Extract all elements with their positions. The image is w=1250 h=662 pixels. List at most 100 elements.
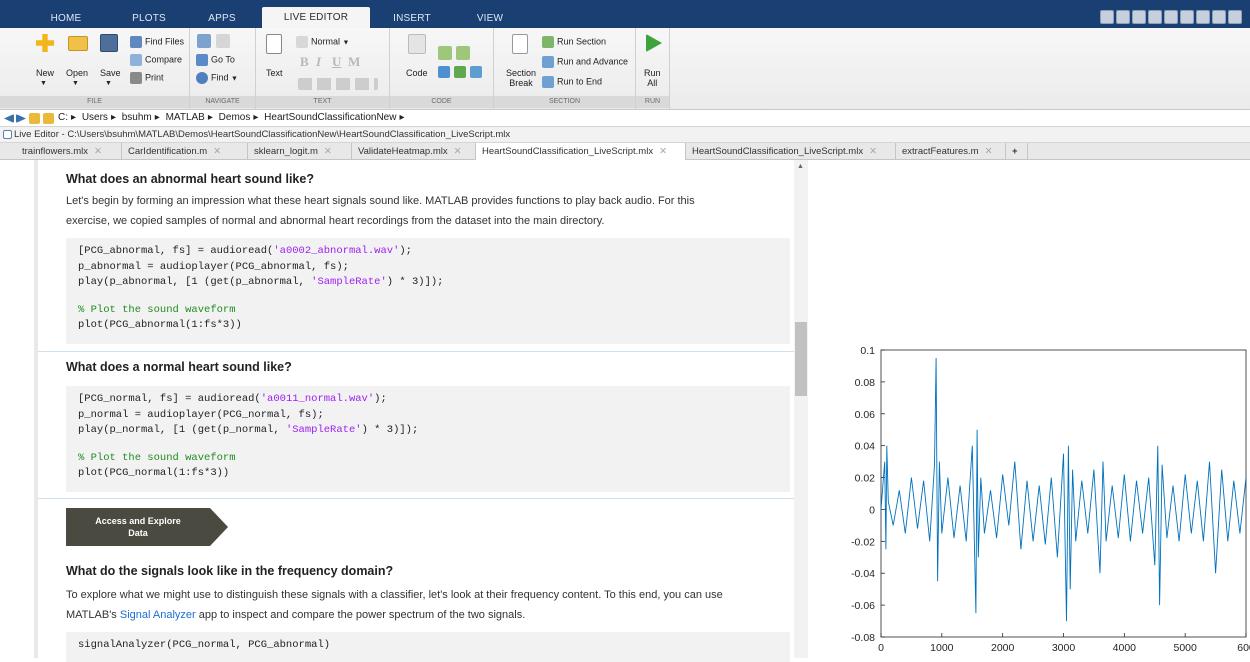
tab-plots[interactable]: PLOTS — [120, 9, 178, 28]
close-icon[interactable]: ✕ — [94, 146, 102, 157]
breadcrumb-bsuhm[interactable]: bsuhm — [122, 112, 152, 123]
layout-icon[interactable] — [1100, 10, 1114, 24]
paragraph-style-icon — [296, 36, 308, 48]
live-editor-pane[interactable]: What does an abnormal heart sound like? … — [0, 160, 808, 662]
wrap-comment-icon[interactable] — [438, 66, 450, 78]
close-icon[interactable]: ✕ — [213, 146, 221, 157]
scrollbar-thumb[interactable] — [795, 322, 807, 396]
paragraph: Let's begin by forming an impression wha… — [66, 195, 695, 227]
y-tick-label: -0.04 — [851, 568, 875, 580]
file-tab[interactable]: ValidateHeatmap.mlx ✕ — [352, 143, 476, 160]
new-dropdown-icon[interactable]: ▼ — [40, 80, 47, 87]
tab-view[interactable]: VIEW — [452, 9, 528, 28]
section-heading: What do the signals look like in the fre… — [66, 564, 394, 578]
section-tag-line-2: Data — [128, 528, 149, 538]
new-button[interactable]: New — [36, 68, 54, 78]
file-tab[interactable]: extractFeatures.m ✕ — [896, 143, 1006, 160]
code-icon — [408, 34, 426, 54]
file-tab[interactable]: HeartSoundClassification_LiveScript.mlx ✕ — [686, 143, 896, 160]
uncomment-icon[interactable] — [456, 46, 470, 60]
breadcrumb-users[interactable]: Users — [82, 112, 108, 123]
tab-apps[interactable]: APPS — [196, 9, 248, 28]
code-block[interactable]: [PCG_abnormal, fs] = audioread('a0002_ab… — [66, 238, 790, 344]
forward-icon[interactable] — [16, 114, 26, 123]
run-to-end-button[interactable]: Run to End — [542, 76, 602, 88]
run-and-advance-button[interactable]: Run and Advance — [542, 56, 628, 68]
find-icon — [196, 72, 208, 84]
italic-button[interactable]: I — [316, 54, 321, 70]
switch-windows-icon[interactable] — [1212, 10, 1226, 24]
x-tick-label: 3000 — [1052, 642, 1076, 654]
open-button[interactable]: Open — [66, 68, 88, 78]
add-tab-button[interactable]: + — [1006, 143, 1028, 160]
save-dropdown-icon[interactable]: ▼ — [105, 80, 112, 87]
find-files-button[interactable]: Find Files — [130, 36, 184, 48]
file-tab-active[interactable]: HeartSoundClassification_LiveScript.mlx ✕ — [476, 143, 686, 160]
bold-button[interactable]: B — [300, 54, 309, 70]
underline-button[interactable]: U — [332, 54, 341, 70]
go-to-button[interactable]: Go To — [196, 54, 235, 66]
scroll-up-icon[interactable]: ▲ — [797, 163, 804, 170]
editor-scrollbar[interactable]: ▲ — [794, 160, 808, 658]
tab-home[interactable]: HOME — [34, 9, 98, 28]
file-group-label: FILE — [0, 96, 189, 108]
tab-live-editor[interactable]: LIVE EDITOR — [262, 7, 370, 28]
close-icon[interactable]: ✕ — [454, 146, 462, 157]
text-button[interactable]: Text — [266, 68, 283, 78]
editor-file-path: Live Editor - C:\Users\bsuhm\MATLAB\Demo… — [14, 129, 511, 140]
open-folder-icon — [68, 36, 88, 51]
y-tick-label: -0.02 — [851, 536, 875, 548]
help-icon[interactable] — [1228, 10, 1242, 24]
breadcrumb-matlab[interactable]: MATLAB — [166, 112, 205, 123]
breadcrumb-project[interactable]: HeartSoundClassificationNew — [264, 112, 396, 123]
style-dropdown[interactable]: Normal ▼ — [296, 36, 349, 48]
copy-icon[interactable] — [1148, 10, 1162, 24]
close-icon[interactable]: ✕ — [869, 146, 877, 157]
open-dropdown-icon[interactable]: ▼ — [72, 80, 79, 87]
run-all-button[interactable]: Run All — [644, 68, 661, 88]
y-tick-label: -0.06 — [851, 600, 875, 612]
file-tab[interactable]: sklearn_logit.m ✕ — [248, 143, 352, 160]
find-button[interactable]: Find ▼ — [196, 72, 238, 84]
comment-icon[interactable] — [438, 46, 452, 60]
find-dropdown-icon[interactable]: ▼ — [231, 75, 238, 82]
text-group-label: TEXT — [256, 96, 389, 108]
code-button[interactable]: Code — [406, 68, 428, 78]
section-heading: What does a normal heart sound like? — [66, 360, 292, 374]
list-align-icons[interactable] — [298, 78, 378, 90]
go-up-icon[interactable] — [197, 34, 211, 48]
file-group: New ▼ Open ▼ Save ▼ Find Files Compare P… — [0, 28, 190, 110]
y-tick-label: -0.08 — [851, 632, 875, 644]
monospace-button[interactable]: M — [348, 54, 360, 70]
browse-folder-icon[interactable] — [43, 113, 54, 124]
y-tick-label: 0 — [869, 504, 875, 516]
up-folder-icon[interactable] — [29, 113, 40, 124]
undo-icon[interactable] — [1180, 10, 1194, 24]
compare-button[interactable]: Compare — [130, 54, 182, 66]
close-icon[interactable]: ✕ — [659, 146, 667, 157]
save-icon[interactable] — [1116, 10, 1130, 24]
bookmark-icon[interactable] — [216, 34, 230, 48]
save-button[interactable]: Save — [100, 68, 121, 78]
ribbon: New ▼ Open ▼ Save ▼ Find Files Compare P… — [0, 28, 1250, 110]
redo-icon[interactable] — [1196, 10, 1210, 24]
back-icon[interactable] — [4, 114, 14, 123]
file-tab[interactable]: trainflowers.mlx ✕ — [16, 143, 122, 160]
close-icon[interactable]: ✕ — [324, 146, 332, 157]
smart-indent-icon[interactable] — [470, 66, 482, 78]
print-button[interactable]: Print — [130, 72, 164, 84]
cut-icon[interactable] — [1132, 10, 1146, 24]
section-break-button[interactable]: Section Break — [506, 68, 536, 88]
close-icon[interactable]: ✕ — [985, 146, 993, 157]
breadcrumb-drive[interactable]: C: — [58, 112, 68, 123]
signal-analyzer-link[interactable]: Signal Analyzer — [120, 609, 196, 621]
waveform-figure[interactable]: 0.1 0.08 0.06 0.04 0.02 0 -0.02 -0.04 -0.06 -0.08… — [808, 160, 1250, 658]
breadcrumb: C: ▸ Users ▸ bsuhm ▸ MATLAB ▸ Demos ▸ HeartSo… — [58, 112, 405, 123]
file-tab[interactable]: CarIdentification.m ✕ — [122, 143, 248, 160]
indent-icon[interactable] — [454, 66, 466, 78]
paste-icon[interactable] — [1164, 10, 1178, 24]
code-block[interactable]: [PCG_normal, fs] = audioread('a0011_norm… — [66, 386, 790, 492]
run-section-button[interactable]: Run Section — [542, 36, 606, 48]
breadcrumb-demos[interactable]: Demos — [219, 112, 251, 123]
tab-insert[interactable]: INSERT — [384, 9, 440, 28]
